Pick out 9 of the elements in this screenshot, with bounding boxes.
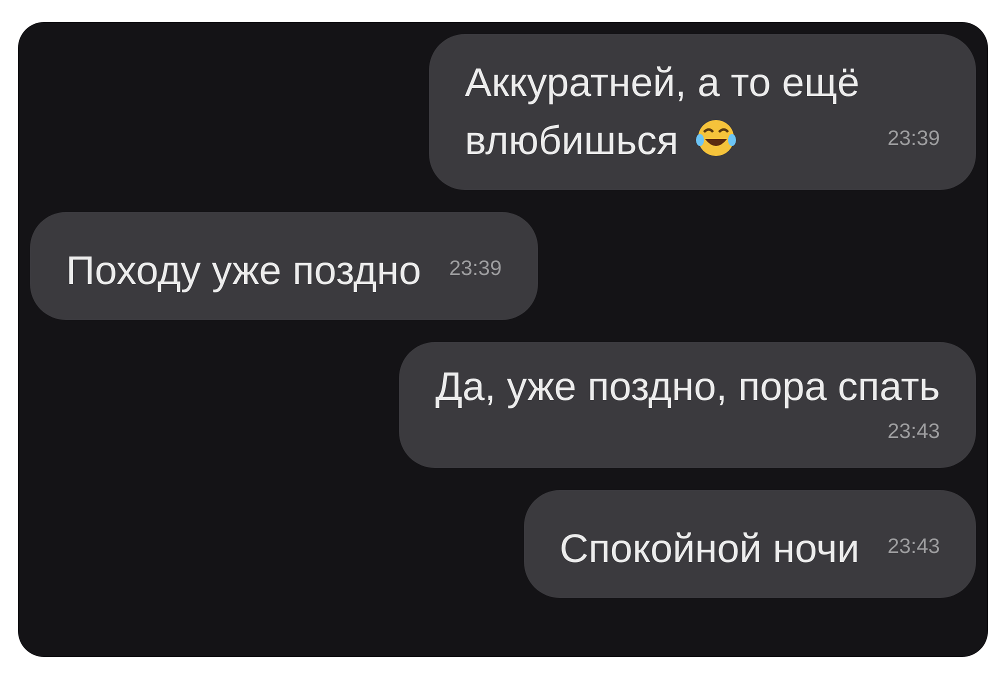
- message-text: влюбишься: [464, 112, 860, 170]
- message-time: 23:39: [887, 127, 940, 150]
- message-time: 23:43: [887, 534, 940, 558]
- message-text: Аккуратней, а то ещё: [464, 60, 860, 107]
- message-text: Спокойной ночи: [560, 526, 860, 572]
- message-text: Походу уже поздно: [66, 248, 422, 295]
- message-time: 23:39: [449, 257, 502, 280]
- message-text: Да, уже поздно, пора спать: [435, 364, 940, 411]
- message-time: 23:43: [887, 419, 940, 445]
